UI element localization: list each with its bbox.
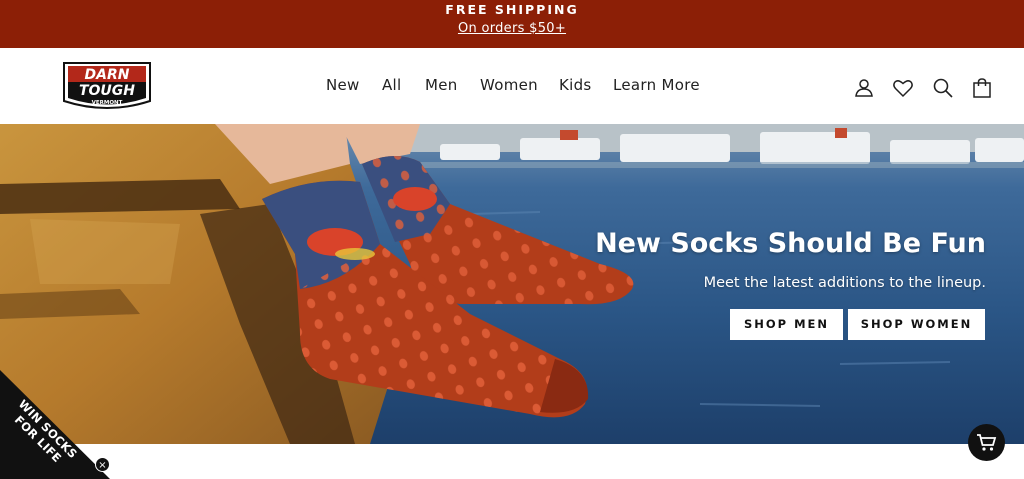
nav-item-women[interactable]: Women: [480, 76, 538, 94]
hero-subheadline: Meet the latest additions to the lineup.: [703, 275, 986, 291]
logo-line3: VERMONT: [92, 100, 123, 106]
account-icon[interactable]: [853, 77, 875, 99]
nav-item-kids[interactable]: Kids: [559, 76, 592, 94]
shop-men-button[interactable]: SHOP MEN: [730, 309, 843, 340]
nav-item-all[interactable]: All: [382, 76, 402, 94]
nav-item-learn-more[interactable]: Learn More: [613, 76, 700, 94]
search-icon[interactable]: [932, 77, 954, 99]
cart-icon: [977, 434, 997, 451]
announcement-link[interactable]: On orders $50+: [0, 21, 1024, 36]
announcement-bar: FREE SHIPPING On orders $50+: [0, 0, 1024, 48]
bag-icon[interactable]: [971, 77, 993, 99]
floating-cart-button[interactable]: [968, 424, 1005, 461]
close-icon[interactable]: ×: [95, 457, 110, 472]
hero-headline: New Socks Should Be Fun: [595, 228, 986, 259]
site-header: DARN TOUGH VERMONT New All Men Women Kid…: [0, 48, 1024, 124]
shop-women-button[interactable]: SHOP WOMEN: [848, 309, 985, 340]
heart-icon[interactable]: [892, 77, 914, 99]
promo-ribbon[interactable]: WIN SOCKS FOR LIFE: [0, 370, 110, 479]
nav-item-men[interactable]: Men: [425, 76, 458, 94]
nav-item-new[interactable]: New: [326, 76, 360, 94]
hero-banner: New Socks Should Be Fun Meet the latest …: [0, 124, 1024, 444]
announcement-title: FREE SHIPPING: [445, 2, 579, 17]
